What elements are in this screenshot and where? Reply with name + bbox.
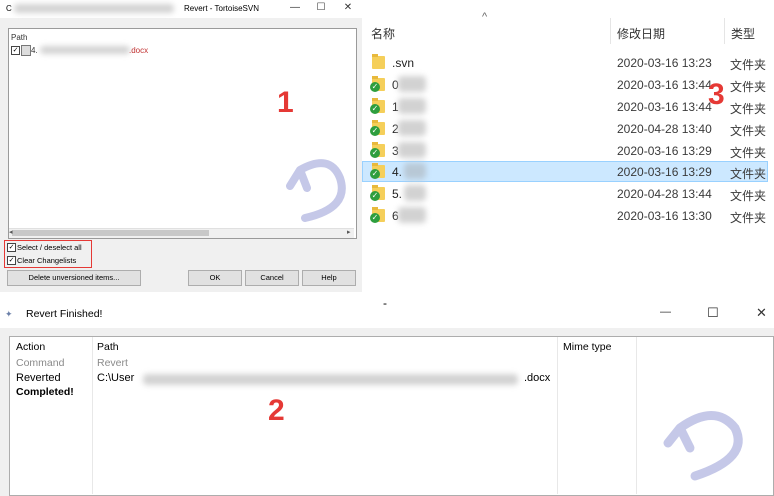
revert-title-prefix: C: [6, 4, 12, 13]
maximize-button[interactable]: ☐: [311, 2, 331, 13]
revert-title: Revert - TortoiseSVN: [184, 4, 259, 13]
reverted-path-prefix[interactable]: C:\User: [97, 372, 134, 384]
modified-date: 2020-03-16 13:29: [617, 144, 712, 158]
item-type: 文件夹: [730, 167, 767, 181]
action-reverted[interactable]: Reverted: [16, 372, 61, 384]
file-name-suffix[interactable]: .docx: [129, 46, 148, 55]
svn-ok-overlay-icon: ✓: [370, 169, 380, 179]
modified-date: 2020-03-16 13:44: [617, 100, 712, 114]
folder-name[interactable]: 5.: [392, 187, 402, 201]
scrollbar-thumb[interactable]: [12, 230, 209, 236]
item-type: 文件夹: [730, 102, 767, 116]
reverted-path-suffix[interactable]: .docx: [524, 372, 550, 384]
folder-name[interactable]: 4.: [392, 165, 402, 179]
path-revert: Revert: [97, 357, 128, 369]
svn-ok-overlay-icon: ✓: [370, 82, 380, 92]
svn-ok-overlay-icon: ✓: [370, 191, 380, 201]
annotation-number-2: 2: [268, 394, 285, 427]
minimize-button[interactable]: —: [660, 306, 671, 318]
revert-finished-title: Revert Finished!: [26, 308, 103, 320]
column-header-modified[interactable]: 修改日期: [617, 25, 665, 42]
help-button[interactable]: Help: [302, 270, 356, 286]
folder-name[interactable]: .svn: [392, 56, 414, 70]
modified-date: 2020-04-28 13:40: [617, 122, 712, 136]
sort-up-icon: ^: [482, 11, 488, 23]
delete-unversioned-button[interactable]: Delete unversioned items...: [7, 270, 141, 286]
cancel-button[interactable]: Cancel: [245, 270, 299, 286]
folder-icon: [372, 54, 385, 69]
maximize-button[interactable]: ☐: [707, 305, 719, 321]
swirl-watermark-icon: [286, 159, 346, 222]
swirl-watermark-icon: [663, 411, 743, 481]
action-completed: Completed!: [16, 386, 74, 398]
column-header-action[interactable]: Action: [16, 341, 45, 353]
column-header-name[interactable]: 名称: [371, 25, 395, 42]
select-all-label: Select / deselect all: [17, 243, 82, 252]
annotation-number-1: 1: [277, 86, 294, 119]
file-name-prefix[interactable]: 4.: [31, 46, 38, 55]
modified-date: 2020-03-16 13:23: [617, 56, 712, 70]
annotation-number-3: 3: [708, 78, 725, 111]
column-header-type[interactable]: 类型: [731, 25, 755, 42]
select-all-checkbox[interactable]: ✓: [7, 243, 16, 252]
ok-button[interactable]: OK: [188, 270, 242, 286]
action-command: Command: [16, 357, 65, 369]
svn-ok-overlay-icon: ✓: [370, 148, 380, 158]
close-button[interactable]: ✕: [756, 305, 767, 321]
modified-date: 2020-03-16 13:44: [617, 78, 712, 92]
column-header-path[interactable]: Path: [11, 33, 27, 42]
revert-finished-titlebar: [0, 300, 774, 328]
clear-changelists-label: Clear Changelists: [17, 256, 77, 265]
close-button[interactable]: ✕: [338, 2, 358, 13]
svn-ok-overlay-icon: ✓: [370, 126, 380, 136]
file-icon: [21, 45, 31, 56]
item-type: 文件夹: [730, 58, 767, 72]
svn-ok-overlay-icon: ✓: [370, 104, 380, 114]
clear-changelists-checkbox[interactable]: ✓: [7, 256, 16, 265]
item-type: 文件夹: [730, 124, 767, 138]
item-type: 文件夹: [730, 80, 767, 94]
modified-date: 2020-03-16 13:30: [617, 209, 712, 223]
tortoisesvn-logo-icon: ✦: [5, 309, 13, 319]
modified-date: 2020-03-16 13:29: [617, 165, 712, 179]
item-type: 文件夹: [730, 189, 767, 203]
column-header-path[interactable]: Path: [97, 341, 119, 353]
modified-date: 2020-04-28 13:44: [617, 187, 712, 201]
column-header-mime-type[interactable]: Mime type: [563, 341, 611, 353]
scroll-left-icon[interactable]: ◂: [9, 228, 13, 236]
svn-ok-overlay-icon: ✓: [370, 213, 380, 223]
scroll-right-icon[interactable]: ▸: [347, 228, 351, 236]
file-checkbox[interactable]: ✓: [11, 46, 20, 55]
caret-mark: -: [383, 296, 387, 310]
minimize-button[interactable]: —: [285, 2, 305, 13]
item-type: 文件夹: [730, 211, 767, 225]
item-type: 文件夹: [730, 146, 767, 160]
